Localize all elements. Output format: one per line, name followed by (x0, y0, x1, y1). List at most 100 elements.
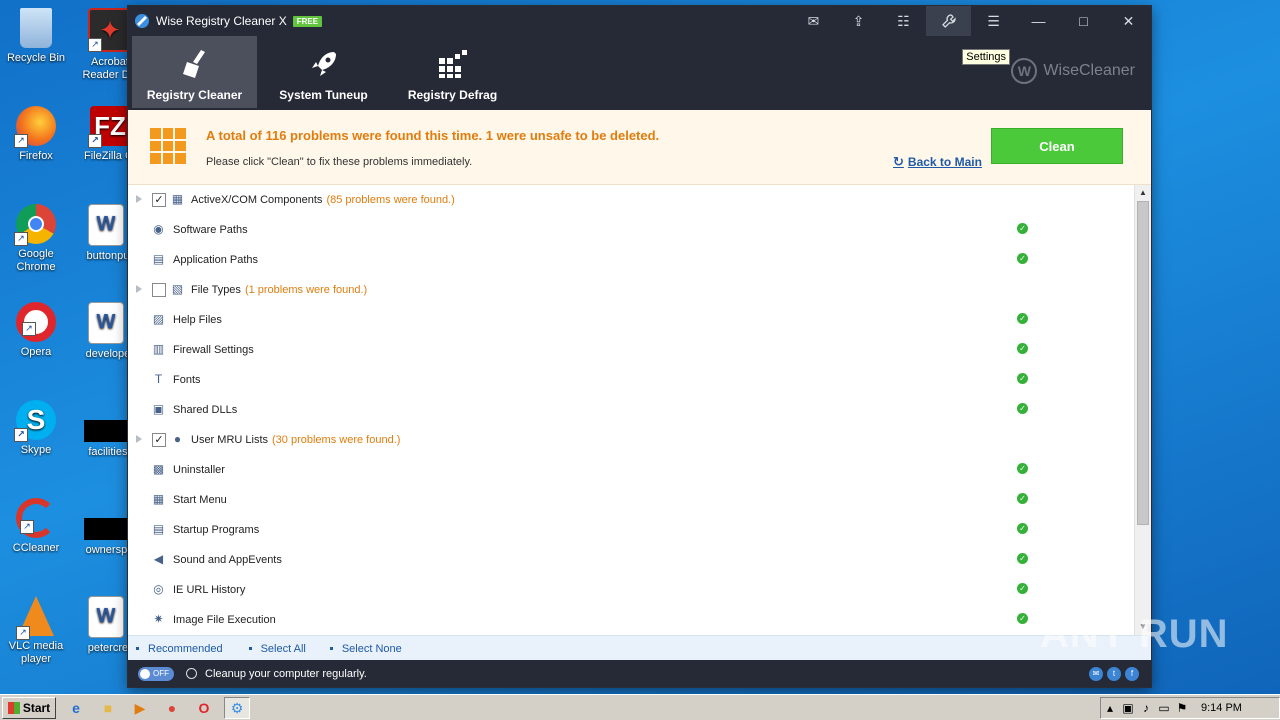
select-none-link[interactable]: Select None (329, 643, 402, 655)
category-icon: ✷ (153, 612, 164, 626)
folder-icon: ■ (103, 700, 113, 716)
select-all-link[interactable]: Select All (248, 643, 306, 655)
list-item[interactable]: ▧ File Types (1 problems were found.) (128, 275, 1134, 305)
list-item[interactable]: ▣ Shared DLLs ✓ (128, 395, 1134, 425)
category-icon: ▩ (152, 462, 165, 476)
back-to-main-link[interactable]: ↻ Back to Main (893, 154, 982, 170)
registry-grid-icon (150, 128, 186, 164)
category-name: User MRU Lists (191, 434, 269, 446)
list-scrollbar[interactable]: ▲ ▼ (1134, 185, 1151, 635)
taskbar-chrome[interactable]: ● (160, 698, 184, 718)
title-bar[interactable]: Wise Registry Cleaner X FREE ✉ ⇪ ☷ ☰ — □… (128, 6, 1151, 36)
window-title: Wise Registry Cleaner X (156, 14, 287, 28)
desktop-icon-ccleaner[interactable]: ↗ CCleaner (0, 498, 72, 555)
volume-icon[interactable]: ♪ (1137, 701, 1155, 715)
taskbar-media-player[interactable]: ▶ (128, 698, 152, 718)
category-checkbox[interactable]: ✓ (152, 193, 166, 207)
action-center-flag-icon[interactable]: ⚑ (1173, 701, 1191, 715)
ccleaner-icon: ↗ (16, 498, 56, 538)
list-item[interactable]: ✷ Image File Execution ✓ (128, 605, 1134, 635)
scroll-thumb[interactable] (1137, 201, 1149, 525)
result-subtext: Please click "Clean" to fix these proble… (206, 156, 473, 168)
list-item[interactable]: ▩ Uninstaller ✓ (128, 455, 1134, 485)
word-doc-icon: W (88, 596, 124, 638)
opera-icon: O (198, 700, 210, 716)
defrag-blocks-icon (438, 50, 467, 78)
desktop-icon-chrome[interactable]: ↗ Google Chrome (0, 204, 72, 274)
close-button[interactable]: ✕ (1106, 6, 1151, 36)
acrobat-icon: ✦ ↗ (88, 8, 132, 52)
desktop-icon-skype[interactable]: S ↗ Skype (0, 400, 72, 457)
desktop-icon-firefox[interactable]: ↗ Firefox (0, 106, 72, 163)
email-share-icon[interactable]: ✉ (1089, 667, 1103, 681)
messages-button[interactable]: ☷ (881, 6, 926, 36)
app-logo-icon (135, 14, 149, 28)
facebook-icon[interactable]: f (1125, 667, 1139, 681)
clock[interactable]: 9:14 PM (1201, 702, 1242, 714)
taskbar-wise-registry-cleaner[interactable]: ⚙ (224, 697, 250, 719)
list-item[interactable]: ✓ ● User MRU Lists (30 problems were found.… (128, 425, 1134, 455)
category-checkbox[interactable]: ✓ (152, 433, 166, 447)
title-bar-buttons: ✉ ⇪ ☷ ☰ — □ ✕ (791, 6, 1151, 36)
expand-arrow-icon[interactable] (136, 285, 142, 293)
list-item[interactable]: ▥ Firewall Settings ✓ (128, 335, 1134, 365)
category-name: Startup Programs (173, 524, 260, 536)
desktop-icon-recycle-bin[interactable]: Recycle Bin (0, 8, 72, 65)
list-item[interactable]: ▤ Startup Programs ✓ (128, 515, 1134, 545)
scheduled-clean-toggle[interactable]: OFF (138, 666, 174, 681)
start-button[interactable]: Start (2, 697, 56, 719)
taskbar-explorer[interactable]: ■ (96, 698, 120, 718)
category-name: Software Paths (173, 224, 248, 236)
ok-check-icon: ✓ (1017, 403, 1028, 414)
skype-icon: S ↗ (14, 400, 56, 442)
scroll-up-icon[interactable]: ▲ (1137, 187, 1149, 199)
category-icon: ◀ (153, 552, 164, 566)
maximize-icon: □ (1079, 13, 1088, 29)
desktop-icon-opera[interactable]: ↗ Opera (0, 302, 72, 359)
maximize-button[interactable]: □ (1061, 6, 1106, 36)
list-item[interactable]: ◉ Software Paths ✓ (128, 215, 1134, 245)
social-links: ✉ t f (1089, 667, 1139, 681)
list-item[interactable]: ▤ Application Paths ✓ (128, 245, 1134, 275)
expand-arrow-icon[interactable] (136, 195, 142, 203)
category-name: Fonts (173, 374, 201, 386)
network-icon[interactable]: ▣ (1119, 701, 1137, 715)
battery-icon[interactable]: ▭ (1155, 701, 1173, 715)
category-icon: ▦ (171, 192, 184, 206)
result-banner: A total of 116 problems were found this … (128, 110, 1151, 185)
list-item[interactable]: ◀ Sound and AppEvents ✓ (128, 545, 1134, 575)
list-item[interactable]: T Fonts ✓ (128, 365, 1134, 395)
category-checkbox[interactable] (152, 283, 166, 297)
clock-icon (186, 668, 197, 679)
ok-check-icon: ✓ (1017, 493, 1028, 504)
expand-arrow-icon[interactable] (136, 435, 142, 443)
menu-button[interactable]: ☰ (971, 6, 1016, 36)
tray-expand-icon[interactable]: ▴ (1101, 701, 1119, 715)
desktop-icon-vlc[interactable]: ↗ VLC media player (0, 596, 72, 666)
chrome-icon: ● (167, 700, 177, 716)
ok-check-icon: ✓ (1017, 463, 1028, 474)
taskbar-opera[interactable]: O (192, 698, 216, 718)
list-item[interactable]: ▦ Start Menu ✓ (128, 485, 1134, 515)
firefox-icon: ↗ (14, 106, 56, 148)
settings-button[interactable] (926, 6, 971, 36)
list-item[interactable]: ✓ ▦ ActiveX/COM Components (85 problems wer… (128, 185, 1134, 215)
ok-check-icon: ✓ (1017, 613, 1028, 624)
category-name: Firewall Settings (173, 344, 254, 356)
tab-registry-cleaner[interactable]: Registry Cleaner (132, 36, 257, 108)
filezilla-icon: FZ ↗ (88, 106, 130, 148)
selection-links: Recommended Select All Select None (128, 635, 1151, 661)
recommended-link[interactable]: Recommended (136, 643, 223, 655)
feedback-button[interactable]: ✉ (791, 6, 836, 36)
upgrade-button[interactable]: ⇪ (836, 6, 881, 36)
list-item[interactable]: ▨ Help Files ✓ (128, 305, 1134, 335)
taskbar-ie[interactable]: e (64, 698, 88, 718)
tab-registry-defrag[interactable]: Registry Defrag (390, 36, 515, 108)
tab-system-tuneup[interactable]: System Tuneup (261, 36, 386, 108)
twitter-icon[interactable]: t (1107, 667, 1121, 681)
close-icon: ✕ (1122, 12, 1135, 29)
upload-arrow-icon: ⇪ (852, 12, 865, 29)
clean-button[interactable]: Clean (991, 128, 1123, 164)
minimize-button[interactable]: — (1016, 6, 1061, 36)
list-item[interactable]: ◎ IE URL History ✓ (128, 575, 1134, 605)
